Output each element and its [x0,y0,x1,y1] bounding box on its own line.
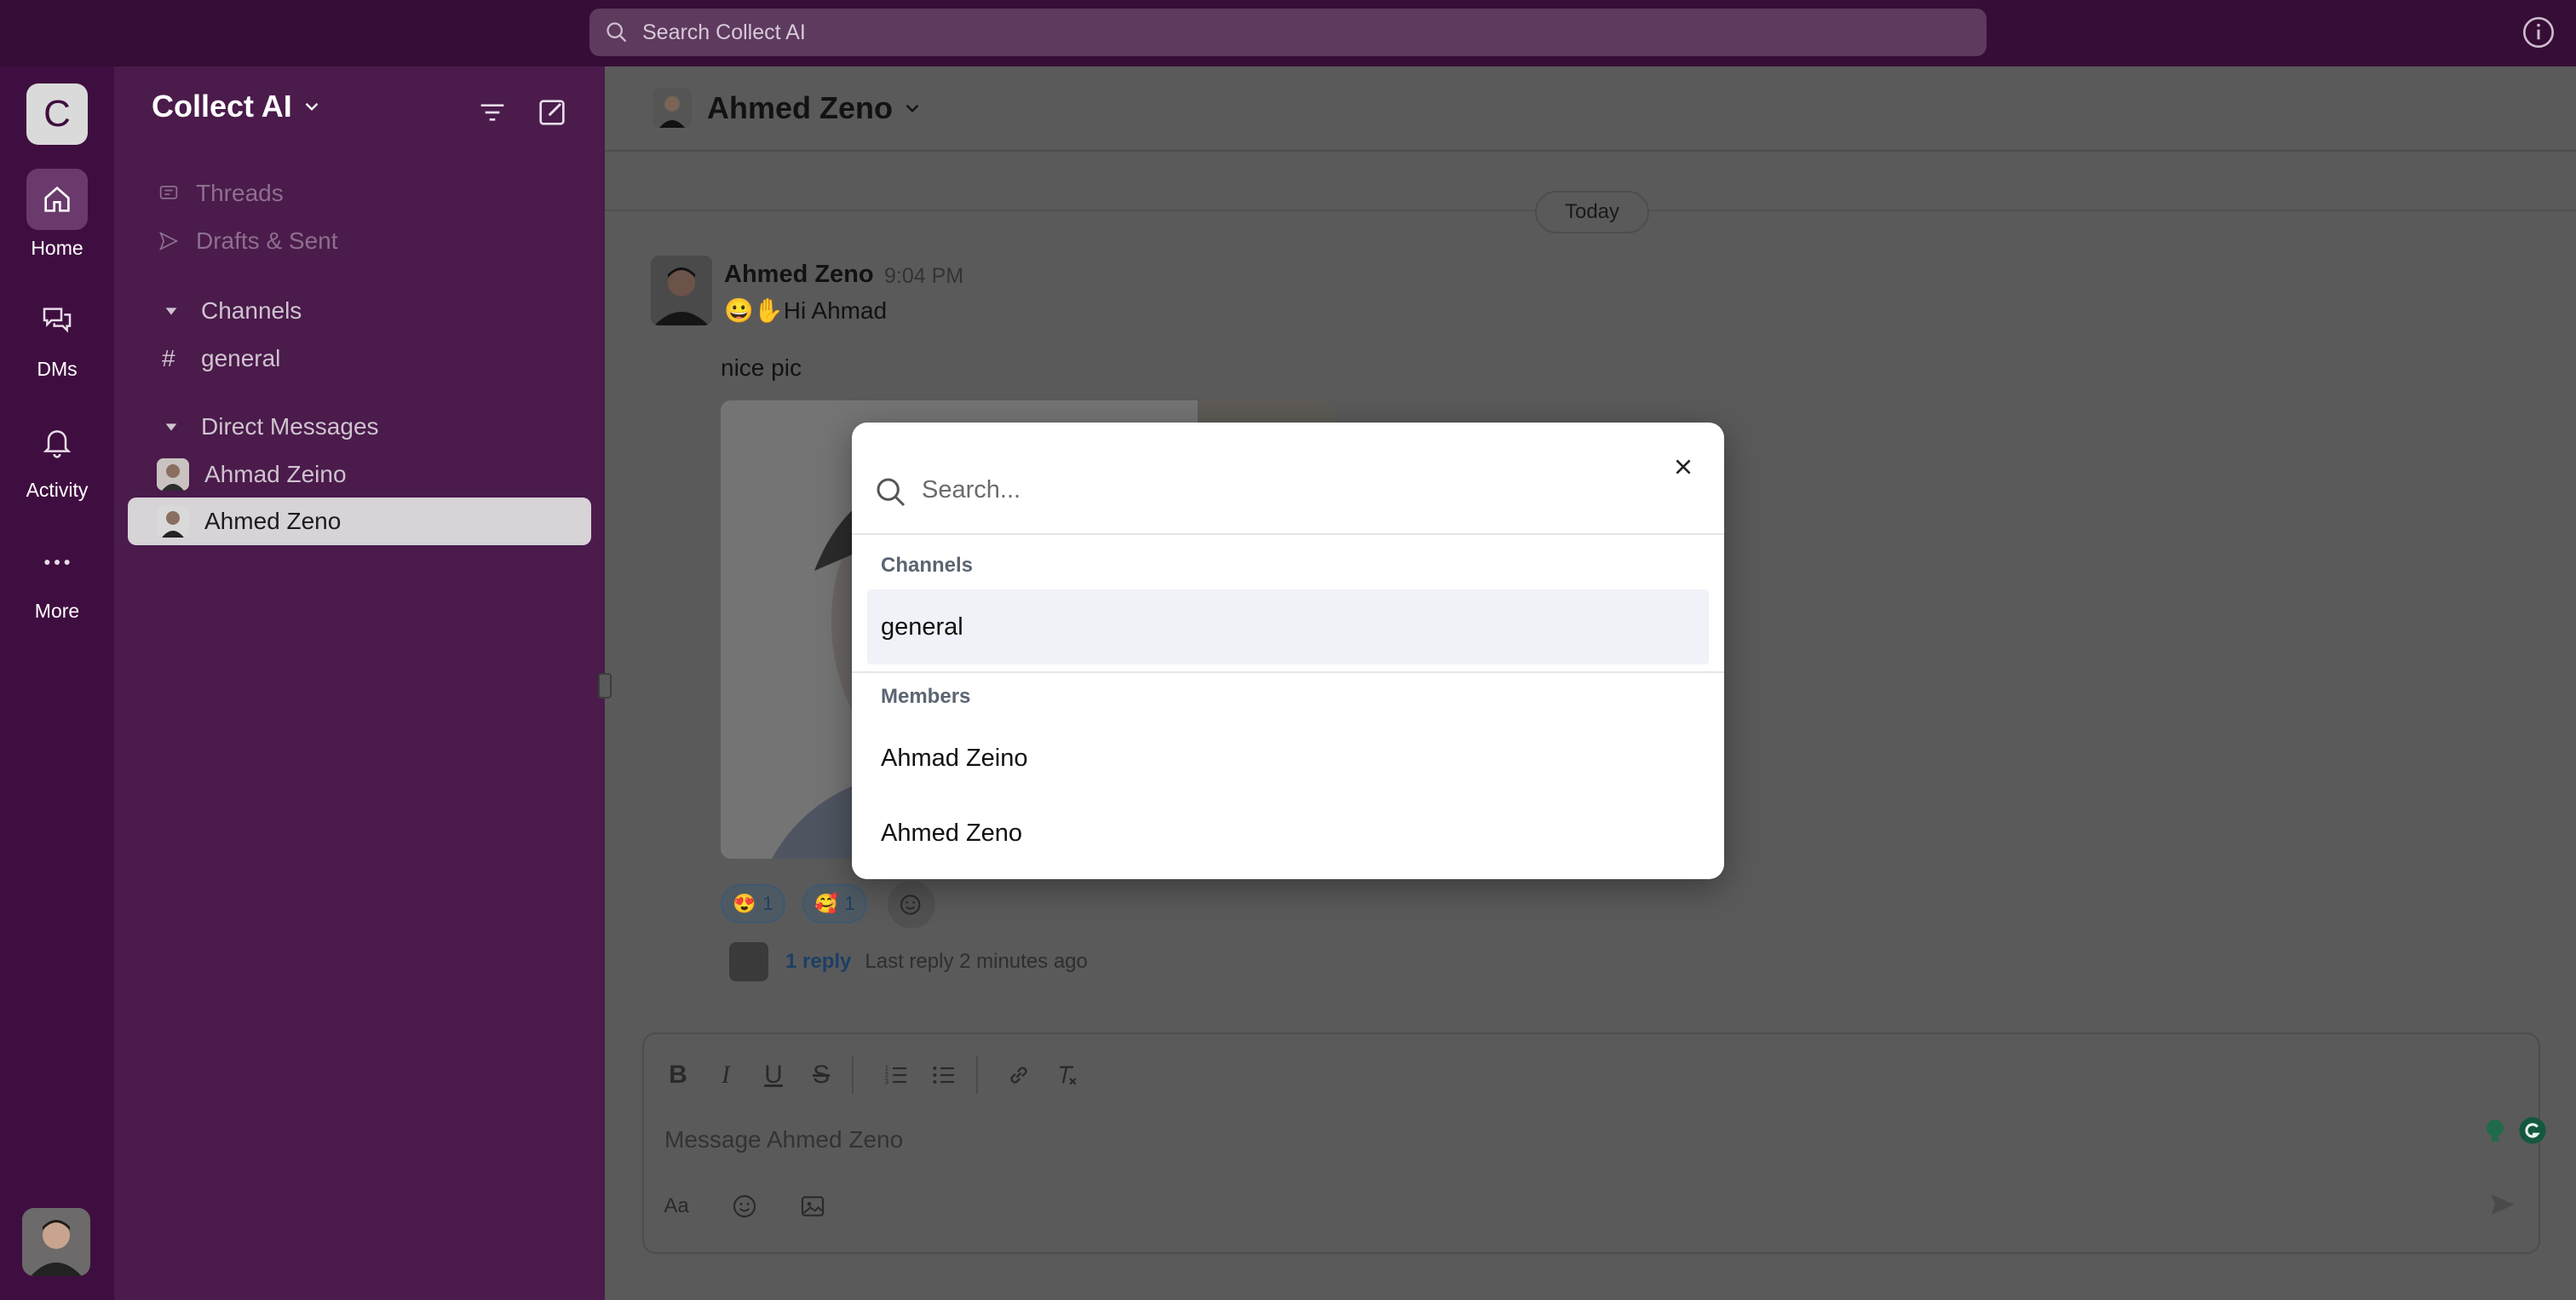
close-button[interactable] [1665,448,1702,486]
result-channel-general[interactable]: general [867,590,1709,664]
section-divider [852,671,1724,673]
close-icon [1676,459,1691,475]
members-section-label: Members [881,685,971,708]
result-member-ahmed-zeno[interactable]: Ahmed Zeno [867,796,1709,871]
channels-section-label: Channels [881,554,974,577]
quick-switcher-modal: Channels general Members Ahmad Zeino Ahm… [852,423,1724,879]
result-member-ahmad-zeino[interactable]: Ahmad Zeino [867,721,1709,796]
search-icon [877,478,906,507]
modal-search-bar [852,423,1724,535]
modal-search-input[interactable] [922,470,1620,509]
